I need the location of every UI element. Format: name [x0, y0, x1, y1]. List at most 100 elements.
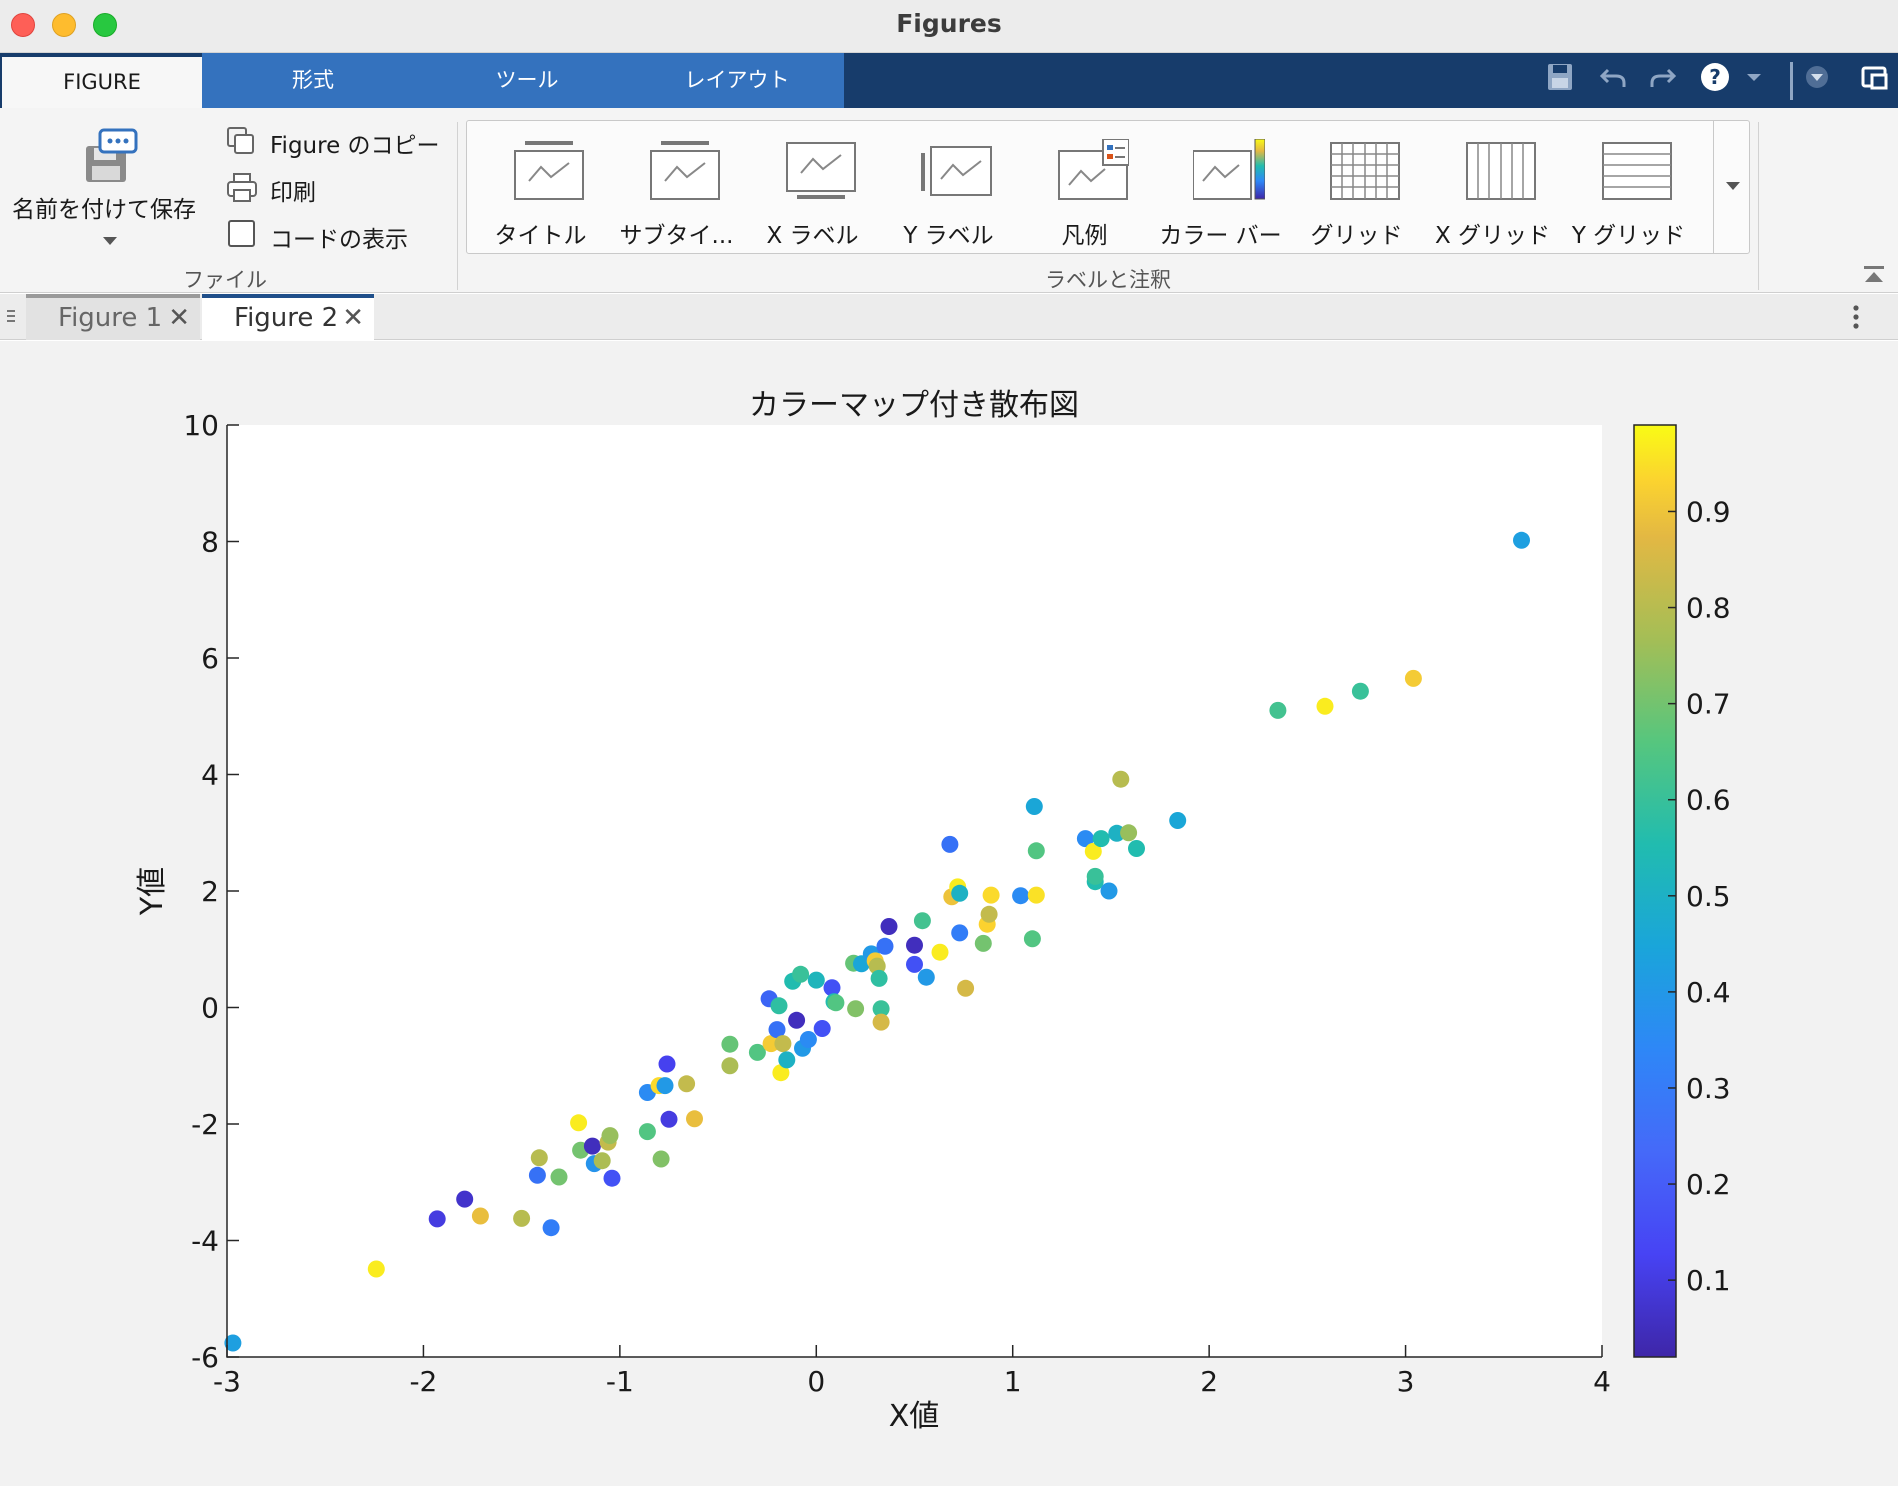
scatter-point [931, 943, 949, 961]
colorbar-tick-label: 0.8 [1686, 592, 1731, 625]
figure-tab-bar: Figure 1 ✕ Figure 2 ✕ [0, 294, 1898, 340]
scatter-point [652, 1150, 670, 1168]
gallery-item-legend[interactable]: 凡例 [1017, 121, 1152, 253]
colorbar-tick-label: 0.2 [1686, 1168, 1731, 1201]
scatter-point [471, 1207, 489, 1225]
scatter-point [660, 1110, 678, 1128]
collapse-ribbon-icon[interactable] [1862, 264, 1886, 290]
print-button[interactable]: 印刷 [270, 173, 316, 207]
scatter-point [456, 1190, 474, 1208]
scatter-point [1128, 840, 1145, 857]
svg-text:?: ? [1709, 65, 1721, 89]
scatter-point [827, 994, 845, 1012]
gallery-item-subtitle[interactable]: サブタイ... [609, 121, 744, 253]
scatter-point [638, 1123, 656, 1141]
scatter-point [799, 1031, 817, 1048]
scatter-point [1023, 930, 1041, 948]
y-tick-label: -4 [191, 1225, 219, 1258]
drag-handle-icon[interactable] [6, 308, 16, 330]
gallery-item-xlabel[interactable]: X ラベル [745, 121, 880, 253]
scatter-point [1100, 882, 1118, 900]
y-tick-label: -2 [191, 1108, 219, 1141]
close-icon[interactable]: ✕ [168, 298, 190, 338]
legend-icon [1058, 139, 1129, 200]
undock-icon[interactable] [1860, 62, 1888, 92]
window-title: Figures [896, 9, 1002, 38]
gallery-item-ylabel[interactable]: Y ラベル [881, 121, 1016, 253]
scatter-point [1025, 798, 1043, 815]
scatter-point [957, 979, 975, 997]
scatter-point [1351, 682, 1369, 700]
gallery-item-grid[interactable]: グリッド [1289, 121, 1424, 253]
tab-figure[interactable]: FIGURE [2, 57, 202, 108]
scatter-point [1404, 669, 1422, 687]
colorbar-tick-label: 0.1 [1686, 1264, 1731, 1297]
x-tick-label: -1 [606, 1365, 634, 1398]
close-icon[interactable]: ✕ [342, 298, 364, 338]
scatter-point [876, 937, 894, 955]
scatter-point [872, 1013, 890, 1031]
gallery-item-xgrid[interactable]: X グリッド [1425, 121, 1560, 253]
scatter-point [721, 1057, 739, 1075]
ribbon-panel: 名前を付けて保存 Figure のコピー 印刷 コードの表示 ファイル タイトル… [0, 108, 1898, 293]
scatter-point [1012, 887, 1030, 905]
copy-figure-button[interactable]: Figure のコピー [270, 126, 440, 160]
scatter-point [788, 1011, 806, 1029]
tab-figure-1[interactable]: Figure 1 ✕ [26, 294, 200, 340]
xgrid-icon [1466, 142, 1536, 200]
tab-tools[interactable]: ツール [424, 53, 630, 108]
scatter-point [678, 1075, 696, 1093]
redo-icon[interactable] [1648, 62, 1678, 92]
scatter-point [721, 1035, 739, 1053]
scatter-point [792, 965, 810, 983]
scatter-point [583, 1137, 601, 1155]
scatter-point [1027, 886, 1045, 904]
xlabel-icon [786, 142, 856, 199]
tab-format[interactable]: 形式 [202, 53, 424, 108]
more-icon[interactable] [1852, 304, 1860, 334]
x-tick-label: 3 [1397, 1365, 1415, 1398]
gallery-item-colorbar[interactable]: カラー バー [1153, 121, 1288, 253]
print-icon[interactable] [226, 172, 258, 208]
checkbox-icon[interactable] [228, 220, 255, 247]
chevron-down-icon[interactable] [102, 232, 118, 251]
colorbar-tick-label: 0.4 [1686, 976, 1731, 1009]
colorbar[interactable] [1633, 424, 1677, 1358]
save-icon[interactable] [1546, 62, 1574, 92]
scatter-point [656, 1077, 674, 1095]
section-divider [457, 122, 458, 290]
help-icon[interactable]: ? [1700, 62, 1730, 92]
grid-icon [1330, 142, 1400, 200]
section-divider [1758, 122, 1759, 290]
save-as-icon[interactable] [80, 126, 138, 190]
x-tick-label: 1 [1004, 1365, 1022, 1398]
scatter-point [770, 997, 788, 1015]
help-dropdown-icon[interactable] [1744, 62, 1764, 92]
figure-canvas: -3 -2 -1 0 1 2 3 4 -6 -4 -2 0 2 4 6 8 10 カラーマップ付き散布図 X値… [0, 341, 1898, 1486]
copy-icon[interactable] [226, 126, 256, 160]
show-code-checkbox-label[interactable]: コードの表示 [270, 220, 408, 254]
y-tick-label: 6 [201, 642, 219, 675]
colorbar-tick-label: 0.3 [1686, 1072, 1731, 1105]
scatter-point [1092, 830, 1110, 848]
tab-layout[interactable]: レイアウト [630, 53, 844, 108]
scatter-point [778, 1051, 796, 1069]
scatter-point [1112, 770, 1130, 788]
undo-icon[interactable] [1598, 62, 1628, 92]
gallery-item-title[interactable]: タイトル [473, 121, 608, 253]
save-as-button[interactable]: 名前を付けて保存 [12, 190, 196, 224]
gallery-expand-icon[interactable] [1724, 177, 1742, 196]
scatter-plot[interactable]: -3 -2 -1 0 1 2 3 4 -6-4-20246810 カラーマップ付き散布図 X値… [0, 341, 1898, 1486]
scatter-point [528, 1166, 546, 1184]
dropdown-icon[interactable] [1804, 62, 1830, 92]
toolbar-divider [1790, 62, 1793, 100]
colorbar-tick-label: 0.7 [1686, 688, 1731, 721]
gallery-item-ygrid[interactable]: Y グリッド [1561, 121, 1696, 253]
scatter-point [941, 835, 959, 853]
x-tick-label: 2 [1200, 1365, 1218, 1398]
ygrid-icon [1602, 142, 1672, 200]
scatter-point [951, 924, 969, 942]
scatter-point [913, 912, 931, 930]
tab-figure-2[interactable]: Figure 2 ✕ [202, 294, 374, 340]
scatter-point [1513, 531, 1530, 549]
